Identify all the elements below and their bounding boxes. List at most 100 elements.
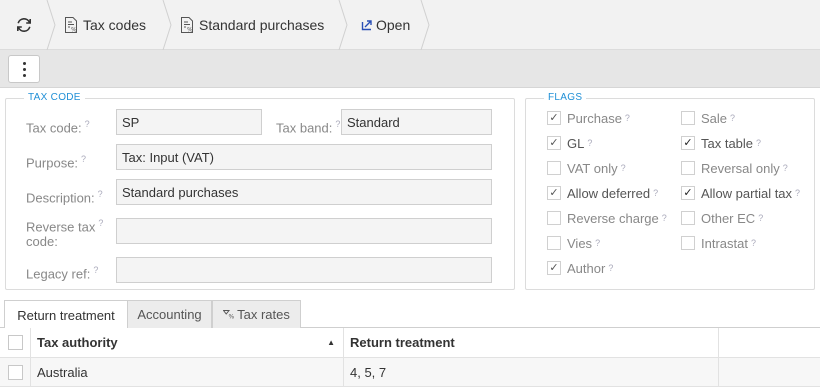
row-select-cell: [0, 358, 31, 386]
tax-code-field[interactable]: SP: [116, 109, 262, 135]
column-label: Tax authority: [37, 335, 118, 350]
description-label: Description:?: [26, 189, 103, 206]
flag-vat-only[interactable]: VAT only?: [547, 159, 626, 177]
flag-vies[interactable]: Vies?: [547, 234, 600, 252]
help-icon[interactable]: ?: [81, 154, 86, 164]
help-icon[interactable]: ?: [608, 263, 613, 273]
flag-intrastat[interactable]: Intrastat?: [681, 234, 756, 252]
svg-text:%: %: [229, 314, 235, 320]
flag-label: Reverse charge: [567, 210, 659, 226]
table-header: Tax authority ▲ Return treatment: [0, 328, 820, 358]
checkbox[interactable]: [681, 111, 695, 125]
help-icon[interactable]: ?: [621, 163, 626, 173]
flag-allow-deferred[interactable]: ✓ Allow deferred?: [547, 184, 658, 202]
help-icon[interactable]: ?: [783, 163, 788, 173]
help-icon[interactable]: ?: [795, 188, 800, 198]
help-icon[interactable]: ?: [98, 189, 103, 199]
checkbox[interactable]: ✓: [547, 111, 561, 125]
group-title: FLAGS: [544, 92, 587, 103]
flag-label: Tax table: [701, 135, 754, 151]
tax-band-field[interactable]: Standard: [341, 109, 492, 135]
column-label: Return treatment: [350, 335, 455, 350]
flag-label: Sale: [701, 110, 728, 126]
open-icon: [361, 20, 372, 31]
open-action[interactable]: Open: [361, 0, 410, 50]
checkbox[interactable]: [547, 161, 561, 175]
checkbox[interactable]: [547, 211, 561, 225]
kebab-dot-icon: [22, 67, 26, 71]
flag-purchase[interactable]: ✓ Purchase?: [547, 109, 630, 127]
purpose-field[interactable]: Tax: Input (VAT): [116, 144, 492, 170]
breadcrumb-standard-purchases[interactable]: % Standard purchases: [180, 0, 324, 50]
tab-label: Return treatment: [17, 307, 115, 323]
breadcrumb-separator: [338, 0, 348, 50]
flag-tax-table[interactable]: ✓ Tax table?: [681, 134, 761, 152]
help-icon[interactable]: ?: [587, 138, 592, 148]
column-header-return-treatment[interactable]: Return treatment: [344, 328, 719, 357]
kebab-dot-icon: [22, 61, 26, 65]
help-icon[interactable]: ?: [595, 238, 600, 248]
flag-author[interactable]: ✓ Author?: [547, 259, 613, 277]
checkbox[interactable]: [547, 236, 561, 250]
breadcrumb: % Tax codes % Standard purchases Open: [0, 0, 820, 50]
select-all-cell: [0, 328, 31, 357]
flag-label: Other EC: [701, 210, 756, 226]
tax-code-label: Tax code:?: [26, 119, 90, 136]
checkbox[interactable]: [681, 211, 695, 225]
reverse-tax-code-field[interactable]: [116, 218, 492, 244]
checkbox[interactable]: ✓: [547, 261, 561, 275]
flag-gl[interactable]: ✓ GL?: [547, 134, 592, 152]
checkbox[interactable]: ✓: [547, 136, 561, 150]
tax-document-icon: %: [181, 17, 193, 33]
checkbox[interactable]: ✓: [681, 186, 695, 200]
flag-label: Allow partial tax: [701, 185, 793, 201]
tax-band-label: Tax band:?: [276, 119, 341, 136]
more-options-button[interactable]: [8, 55, 40, 83]
checkbox[interactable]: [681, 236, 695, 250]
checkbox[interactable]: ✓: [547, 186, 561, 200]
flag-sale[interactable]: Sale?: [681, 109, 735, 127]
checkbox[interactable]: [681, 161, 695, 175]
legacy-ref-label: Legacy ref:?: [26, 265, 99, 282]
row-checkbox[interactable]: [7, 364, 23, 380]
flag-label: Intrastat: [701, 235, 748, 251]
svg-text:%: %: [71, 27, 77, 34]
reverse-tax-code-label: Reverse tax? code:: [26, 218, 104, 250]
help-icon[interactable]: ?: [756, 138, 761, 148]
empty-header-cell: [719, 328, 820, 357]
breadcrumb-tax-codes[interactable]: % Tax codes: [64, 0, 146, 50]
help-icon[interactable]: ?: [730, 113, 735, 123]
breadcrumb-label: Tax codes: [83, 17, 147, 33]
help-icon[interactable]: ?: [85, 119, 90, 129]
tab-tax-rates[interactable]: % Tax rates: [212, 300, 301, 328]
legacy-ref-field[interactable]: [116, 257, 492, 283]
refresh-button[interactable]: [12, 0, 36, 50]
help-icon[interactable]: ?: [625, 113, 630, 123]
flag-other-ec[interactable]: Other EC?: [681, 209, 763, 227]
help-icon[interactable]: ?: [653, 188, 658, 198]
help-icon[interactable]: ?: [751, 238, 756, 248]
help-icon[interactable]: ?: [662, 213, 667, 223]
help-icon[interactable]: ?: [93, 265, 98, 275]
select-all-checkbox[interactable]: [7, 335, 23, 350]
description-field[interactable]: Standard purchases: [116, 179, 492, 205]
tax-document-icon: %: [65, 17, 77, 34]
help-icon[interactable]: ?: [335, 119, 340, 129]
column-header-tax-authority[interactable]: Tax authority ▲: [31, 328, 344, 357]
checkbox[interactable]: ✓: [681, 136, 695, 150]
help-icon[interactable]: ?: [758, 213, 763, 223]
tab-accounting[interactable]: Accounting: [127, 300, 212, 328]
breadcrumb-label: Standard purchases: [199, 17, 325, 33]
breadcrumb-separator: [46, 0, 56, 50]
cell-tax-authority: Australia: [31, 358, 344, 386]
refresh-icon: [17, 18, 31, 32]
breadcrumb-separator: [420, 0, 430, 50]
tab-return-treatment[interactable]: Return treatment: [4, 300, 128, 329]
flag-allow-partial-tax[interactable]: ✓ Allow partial tax?: [681, 184, 800, 202]
table-row[interactable]: Australia 4, 5, 7: [0, 358, 820, 387]
flag-label: Author: [567, 260, 606, 276]
help-icon[interactable]: ?: [98, 218, 103, 228]
flag-reverse-charge[interactable]: Reverse charge?: [547, 209, 667, 227]
flag-label: Purchase: [567, 110, 622, 126]
flag-reversal-only[interactable]: Reversal only?: [681, 159, 788, 177]
